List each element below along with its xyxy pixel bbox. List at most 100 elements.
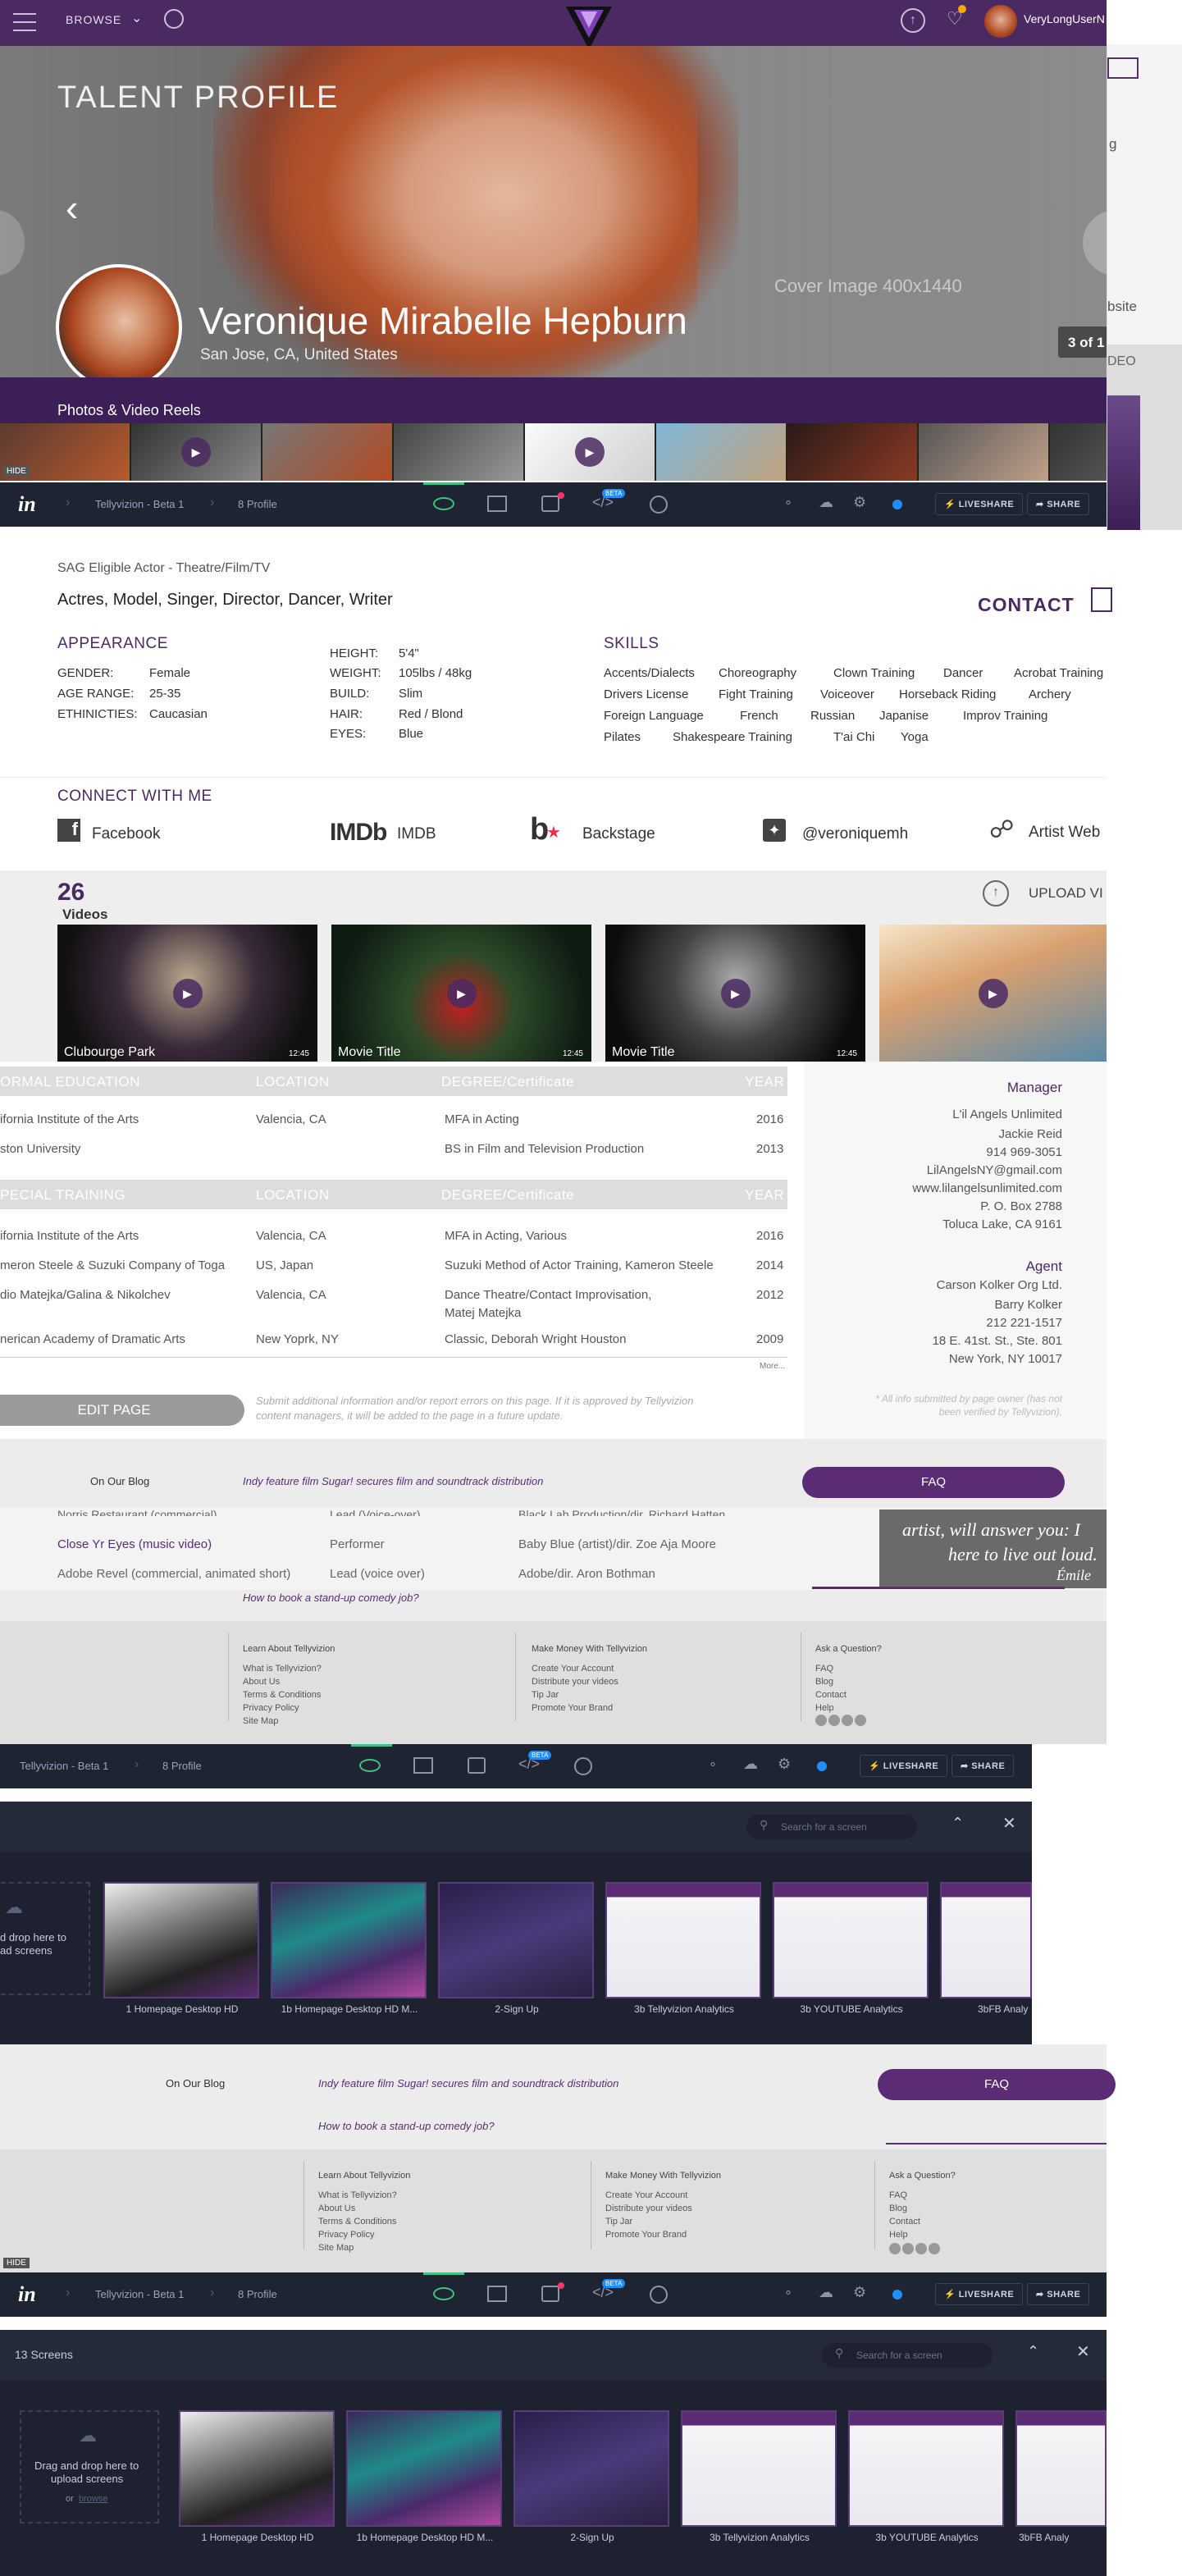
screen-thumbnail[interactable] <box>773 1882 929 1998</box>
close-icon[interactable]: ✕ <box>1076 2341 1090 2362</box>
project-name[interactable]: Tellyvizion - Beta 1 <box>20 1760 108 1772</box>
footer-link[interactable]: Distribute your videos <box>605 2202 721 2215</box>
share-nodes-icon[interactable]: ∘ <box>709 1756 717 1772</box>
manager-line[interactable]: www.lilangelsunlimited.com <box>912 1181 1062 1195</box>
cloud-icon[interactable]: ☁ <box>819 2284 833 2301</box>
blog-post-link[interactable]: How to book a stand-up comedy job? <box>243 1592 419 1604</box>
screen-thumbnail[interactable] <box>103 1882 259 1998</box>
hide-label[interactable]: HIDE <box>3 2258 30 2268</box>
invision-logo[interactable]: in <box>18 492 36 517</box>
instagram-icon[interactable] <box>929 2243 940 2254</box>
twitter-icon[interactable]: ✦ <box>763 819 786 842</box>
screen-thumbnail[interactable] <box>179 2410 335 2527</box>
play-icon[interactable]: ▶ <box>575 437 605 467</box>
browse-link[interactable]: browse <box>79 2494 107 2504</box>
screen-name[interactable]: 8 Profile <box>238 498 277 510</box>
faq-button[interactable]: FAQ <box>802 1467 1065 1498</box>
liveshare-button[interactable]: ⚡ LIVESHARE <box>935 493 1024 515</box>
reel-thumb[interactable] <box>262 423 392 481</box>
invision-logo[interactable]: in <box>18 2282 36 2307</box>
screen-thumbnail[interactable] <box>940 1882 1032 1998</box>
upload-video-button[interactable]: UPLOAD VI <box>1029 885 1103 902</box>
link-icon[interactable]: ☍ <box>989 815 1014 844</box>
website-link[interactable]: Artist Web <box>1029 824 1100 842</box>
history-icon[interactable] <box>650 2286 668 2304</box>
reel-thumb[interactable] <box>919 423 1048 481</box>
cloud-icon[interactable]: ☁ <box>819 494 833 511</box>
pinterest-icon[interactable] <box>842 1715 853 1726</box>
blog-post-link[interactable]: Indy feature film Sugar! secures film an… <box>243 1475 543 1487</box>
footer-link[interactable]: About Us <box>318 2202 410 2215</box>
footer-link[interactable]: Contact <box>815 1688 882 1701</box>
footer-link[interactable]: What is Tellyvizion? <box>318 2189 410 2202</box>
play-icon[interactable]: ▶ <box>978 978 1008 1008</box>
footer-link[interactable]: What is Tellyvizion? <box>243 1662 335 1675</box>
reel-thumb[interactable] <box>1050 423 1107 481</box>
footer-link[interactable]: FAQ <box>889 2189 956 2202</box>
footer-link[interactable]: Site Map <box>243 1715 335 1728</box>
project-name[interactable]: Tellyvizion - Beta 1 <box>95 2288 184 2300</box>
footer-link[interactable]: Privacy Policy <box>243 1701 335 1715</box>
imdb-logo-icon[interactable]: IMDb <box>330 819 387 847</box>
backstage-link[interactable]: Backstage <box>582 825 655 843</box>
screen-label[interactable]: 3bFB Analy <box>1015 2532 1107 2543</box>
footer-link[interactable]: Tip Jar <box>605 2215 721 2228</box>
chevron-down-icon[interactable]: ⌄ <box>131 10 142 26</box>
screen-thumbnail[interactable] <box>438 1882 594 1998</box>
gear-icon[interactable]: ⚙ <box>778 1756 791 1773</box>
screen-label[interactable]: 2-Sign Up <box>435 2003 599 2015</box>
collapse-icon[interactable]: ⌃ <box>1027 2343 1039 2360</box>
footer-link[interactable]: Site Map <box>318 2241 410 2254</box>
footer-link[interactable]: Blog <box>815 1675 882 1688</box>
reel-thumb[interactable] <box>656 423 786 481</box>
preview-icon[interactable] <box>433 2287 454 2300</box>
comment-icon[interactable] <box>541 496 559 512</box>
footer-link[interactable]: Distribute your videos <box>532 1675 647 1688</box>
screen-label[interactable]: 1 Homepage Desktop HD <box>100 2003 264 2015</box>
gear-icon[interactable]: ⚙ <box>853 494 866 511</box>
reel-thumb[interactable]: ▶ <box>131 423 261 481</box>
build-icon[interactable] <box>487 2286 507 2302</box>
footer-link[interactable]: Terms & Conditions <box>318 2215 410 2228</box>
cloud-icon[interactable]: ☁ <box>743 1756 758 1773</box>
facebook-icon[interactable]: f <box>57 819 80 842</box>
play-icon[interactable]: ▶ <box>181 437 211 467</box>
screen-thumbnail[interactable] <box>346 2410 502 2527</box>
preview-icon[interactable] <box>359 1759 381 1772</box>
screen-name[interactable]: 8 Profile <box>238 2288 277 2300</box>
share-button[interactable]: ➦ SHARE <box>1027 2283 1090 2305</box>
video-card[interactable]: ▶ Movie Title 12:45 <box>331 925 591 1062</box>
screen-thumbnail[interactable] <box>605 1882 761 1998</box>
preview-icon[interactable] <box>433 497 454 510</box>
prev-round-button[interactable] <box>0 210 25 276</box>
screen-label[interactable]: 2-Sign Up <box>510 2532 674 2543</box>
play-icon[interactable]: ▶ <box>172 978 203 1008</box>
search-icon[interactable] <box>164 9 184 29</box>
build-icon[interactable] <box>487 496 507 512</box>
footer-link[interactable]: Tip Jar <box>532 1688 647 1701</box>
twitter-link[interactable]: @veroniquemh <box>802 825 908 843</box>
screen-label[interactable]: 1 Homepage Desktop HD <box>176 2532 340 2543</box>
envelope-icon[interactable] <box>1091 587 1112 612</box>
mail-icon[interactable] <box>1107 57 1139 79</box>
share-button[interactable]: ➦ SHARE <box>1027 493 1090 515</box>
share-nodes-icon[interactable]: ∘ <box>784 494 792 510</box>
manager-line[interactable]: LilAngelsNY@gmail.com <box>927 1163 1062 1177</box>
credit-cell[interactable]: Close Yr Eyes (music video) <box>57 1537 212 1551</box>
play-icon[interactable]: ▶ <box>720 978 751 1008</box>
logo-icon[interactable] <box>563 0 615 53</box>
facebook-icon[interactable] <box>815 1715 827 1726</box>
hide-label[interactable]: HIDE <box>3 466 30 477</box>
gear-icon[interactable]: ⚙ <box>853 2284 866 2301</box>
comment-icon[interactable] <box>468 1757 486 1774</box>
twitter-icon[interactable] <box>828 1715 840 1726</box>
close-icon[interactable]: ✕ <box>1002 1813 1016 1834</box>
reel-thumb[interactable]: ▶ <box>525 423 655 481</box>
blog-post-link[interactable]: How to book a stand-up comedy job? <box>318 2120 495 2132</box>
liveshare-button[interactable]: ⚡ LIVESHARE <box>935 2283 1024 2305</box>
screen-thumbnail[interactable] <box>513 2410 669 2527</box>
screen-thumbnail[interactable] <box>271 1882 427 1998</box>
share-nodes-icon[interactable]: ∘ <box>784 2284 792 2300</box>
screen-label[interactable]: 1b Homepage Desktop HD M... <box>267 2003 431 2015</box>
imdb-link[interactable]: IMDB <box>397 825 436 843</box>
